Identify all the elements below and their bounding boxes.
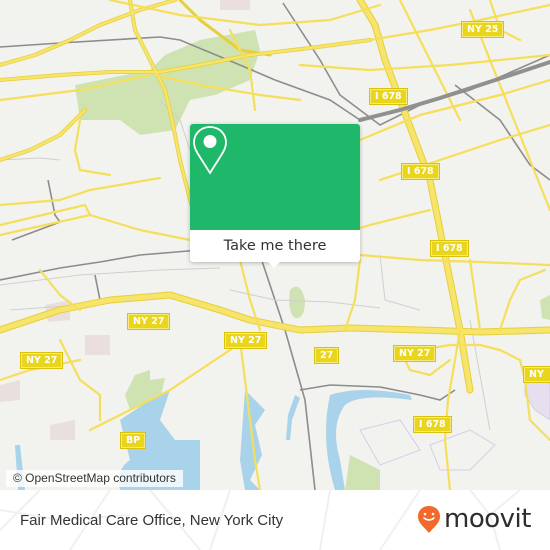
map[interactable]: NY 25 I 678 I 678 I 678 I 678 NY 27 NY 2… [0, 0, 550, 490]
rail-line [94, 274, 101, 301]
route-shield-bp: BP [119, 432, 147, 449]
route-shield-i678: I 678 [430, 240, 469, 257]
footer: Fair Medical Care Office, New York City … [0, 490, 550, 550]
take-me-there-button[interactable]: Take me there [190, 230, 360, 262]
route-shield-i678: I 678 [413, 416, 452, 433]
route-shield-ny25: NY 25 [460, 21, 505, 38]
moovit-logo[interactable]: moovit [417, 504, 531, 534]
popup-header [190, 124, 360, 230]
route-shield-i678: I 678 [369, 88, 408, 105]
rail-line [254, 239, 316, 490]
moovit-smiley-pin-icon [418, 506, 440, 533]
popup-pointer [266, 260, 282, 268]
rail-line [0, 249, 201, 281]
route-shield-ny: NY [523, 366, 550, 383]
moovit-wordmark: moovit [444, 504, 531, 534]
park-area [540, 295, 550, 320]
map-pin-icon [193, 126, 227, 175]
route-shield-27: 27 [313, 347, 340, 364]
route-shield-ny27: NY 27 [19, 352, 64, 369]
racetrack-park [289, 286, 305, 319]
place-name: Fair Medical Care Office, New York City [20, 512, 284, 529]
route-shield-i678: I 678 [401, 163, 440, 180]
map-attribution[interactable]: © OpenStreetMap contributors [6, 470, 183, 487]
location-popup[interactable]: Take me there [190, 124, 360, 268]
route-shield-ny27: NY 27 [392, 345, 437, 362]
park-area [345, 455, 380, 490]
route-shield-ny27: NY 27 [223, 332, 268, 349]
route-shield-ny27: NY 27 [126, 313, 171, 330]
rail-line [454, 84, 550, 181]
